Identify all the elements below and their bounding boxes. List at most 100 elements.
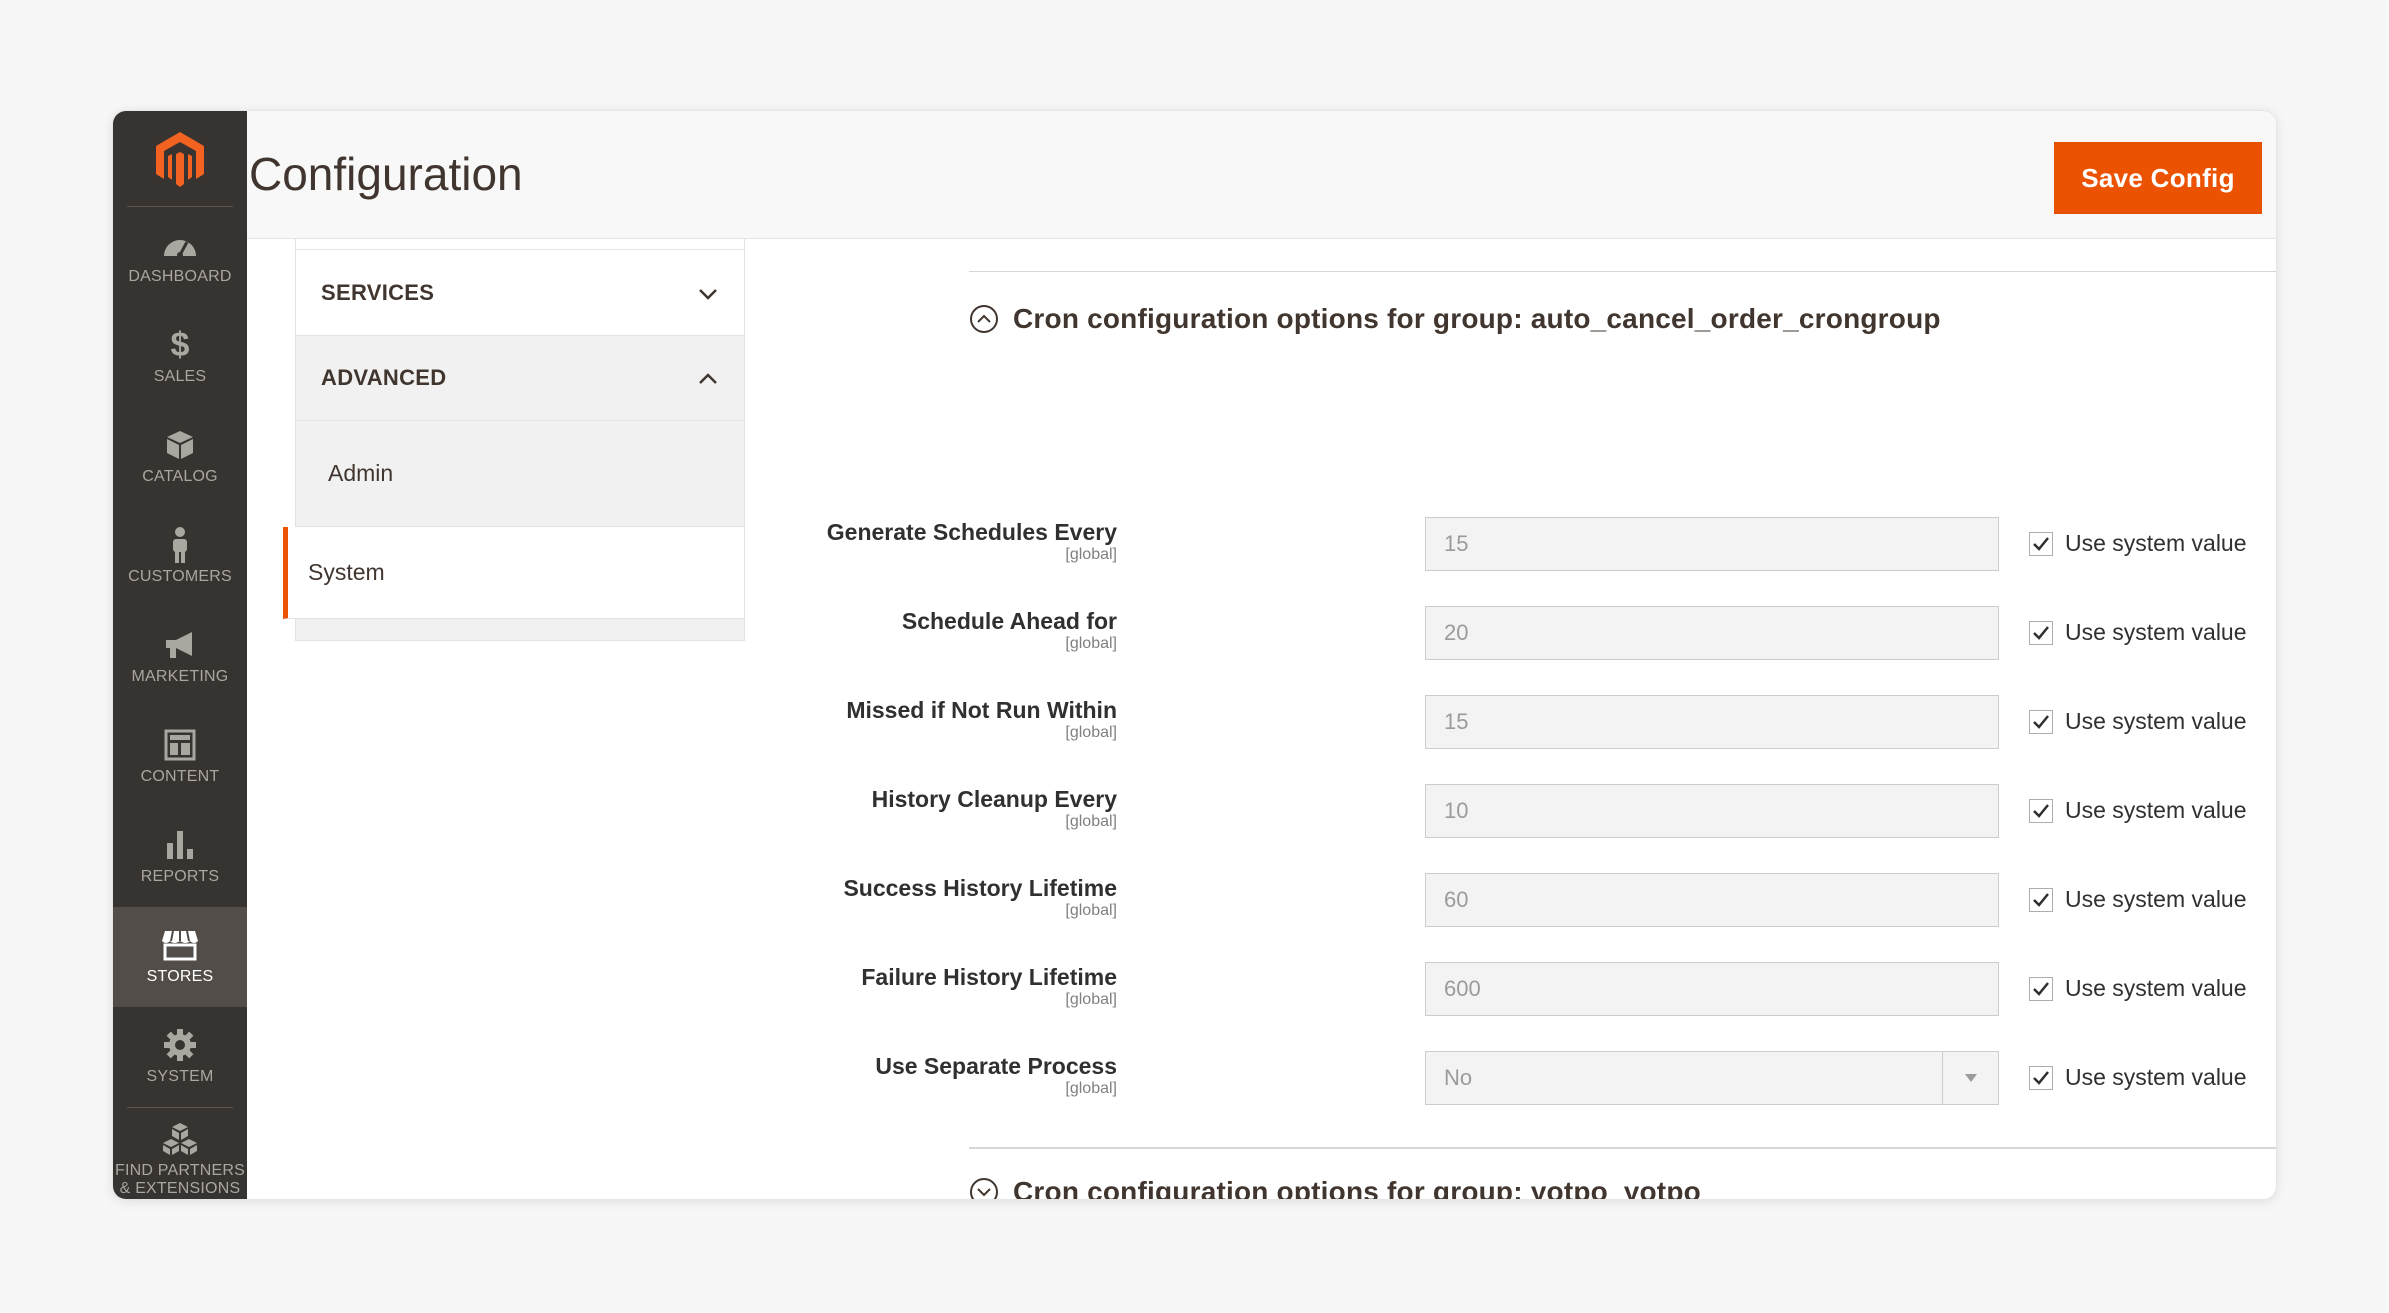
menu-label: CONTENT <box>140 768 220 785</box>
field-scope: [global] <box>1065 546 1117 563</box>
tab-link-system[interactable]: System <box>283 527 745 619</box>
checkbox-checked-icon <box>2029 976 2053 1001</box>
menu-label: REPORTS <box>140 868 220 885</box>
person-icon <box>170 527 190 563</box>
field-row: Success History Lifetime [global] Use sy… <box>843 873 2276 929</box>
tab-link-admin[interactable]: Admin <box>295 421 745 527</box>
layout-icon <box>164 728 196 762</box>
field-label: Success History Lifetime <box>843 875 1117 901</box>
menu-item-system[interactable]: SYSTEM <box>113 1007 247 1107</box>
menu-label: STORES <box>146 968 214 985</box>
menu-label: MARKETING <box>131 668 229 685</box>
use-system-value-checkbox[interactable]: Use system value <box>2029 530 2247 557</box>
checkbox-checked-icon <box>2029 709 2053 734</box>
checkbox-label: Use system value <box>2065 1064 2247 1090</box>
use-system-value-checkbox[interactable]: Use system value <box>2029 975 2247 1002</box>
checkbox-checked-icon <box>2029 887 2053 912</box>
group-title: Cron configuration options for group: yo… <box>1013 1176 1701 1200</box>
use-system-value-checkbox[interactable]: Use system value <box>2029 886 2247 913</box>
use-system-value-checkbox[interactable]: Use system value <box>2029 708 2247 735</box>
page-title: Configuration <box>249 148 523 200</box>
dropdown-arrow-icon <box>1942 1052 1998 1104</box>
tab-section-services[interactable]: SERVICES <box>295 249 745 335</box>
menu-label: CUSTOMERS <box>128 568 232 585</box>
config-tabs: SERVICES ADVANCED Admin System <box>283 239 745 641</box>
separate-process-select[interactable]: No <box>1425 1051 1999 1105</box>
missed-if-not-run-input[interactable] <box>1425 695 1999 749</box>
config-content: Cron configuration options for group: au… <box>827 239 2276 1200</box>
field-row: Failure History Lifetime [global] Use sy… <box>857 962 2276 1018</box>
field-label: History Cleanup Every <box>871 786 1117 812</box>
menu-label: FIND PARTNERS & EXTENSIONS <box>114 1162 246 1197</box>
history-cleanup-input[interactable] <box>1425 784 1999 838</box>
tab-section-advanced[interactable]: ADVANCED <box>295 335 745 421</box>
storefront-icon <box>161 928 199 962</box>
use-system-value-checkbox[interactable]: Use system value <box>2029 797 2247 824</box>
field-scope: [global] <box>1065 635 1117 652</box>
use-system-value-checkbox[interactable]: Use system value <box>2029 619 2247 646</box>
field-label: Generate Schedules Every <box>826 519 1117 545</box>
select-value: No <box>1444 1065 1473 1090</box>
admin-menu: DASHBOARD $ SALES CATALOG CUSTOMERS MARK… <box>113 111 247 1199</box>
page-header: Configuration Save Config <box>247 111 2276 239</box>
field-row: Missed if Not Run Within [global] Use sy… <box>846 695 2276 751</box>
field-scope: [global] <box>1065 724 1117 741</box>
menu-item-catalog[interactable]: CATALOG <box>113 407 247 507</box>
bar-chart-icon <box>165 828 195 862</box>
field-scope: [global] <box>1065 991 1117 1008</box>
chevron-down-icon <box>698 280 718 306</box>
field-label: Schedule Ahead for <box>901 608 1117 634</box>
megaphone-icon <box>162 628 198 662</box>
field-label: Failure History Lifetime <box>861 964 1117 990</box>
group-title: Cron configuration options for group: au… <box>1013 303 1941 334</box>
field-label: Use Separate Process <box>875 1053 1117 1079</box>
checkbox-checked-icon <box>2029 798 2053 823</box>
save-config-button[interactable]: Save Config <box>2054 142 2262 214</box>
field-scope: [global] <box>1065 1080 1117 1097</box>
field-scope: [global] <box>1065 813 1117 830</box>
checkbox-label: Use system value <box>2065 797 2247 823</box>
dollar-icon: $ <box>170 326 190 364</box>
admin-window: DASHBOARD $ SALES CATALOG CUSTOMERS MARK… <box>112 110 2277 1200</box>
tab-section-label: ADVANCED <box>321 365 447 390</box>
checkbox-label: Use system value <box>2065 619 2247 645</box>
use-system-value-checkbox[interactable]: Use system value <box>2029 1064 2247 1091</box>
menu-item-marketing[interactable]: MARKETING <box>113 607 247 707</box>
checkbox-label: Use system value <box>2065 975 2247 1001</box>
box-icon <box>165 428 195 462</box>
menu-label: CATALOG <box>142 468 218 485</box>
menu-label: DASHBOARD <box>128 268 232 285</box>
schedule-ahead-input[interactable] <box>1425 606 1999 660</box>
generate-schedules-input[interactable] <box>1425 517 1999 571</box>
tab-section-label: SERVICES <box>321 279 435 305</box>
divider <box>969 271 2276 272</box>
cubes-icon <box>162 1122 198 1156</box>
checkbox-checked-icon <box>2029 620 2053 645</box>
menu-item-reports[interactable]: REPORTS <box>113 807 247 907</box>
magento-logo[interactable] <box>127 111 233 207</box>
failure-history-input[interactable] <box>1425 962 1999 1016</box>
checkbox-label: Use system value <box>2065 530 2247 556</box>
group-header-yotpo[interactable]: Cron configuration options for group: yo… <box>969 1176 1701 1200</box>
menu-item-sales[interactable]: $ SALES <box>113 307 247 407</box>
success-history-input[interactable] <box>1425 873 1999 927</box>
menu-item-dashboard[interactable]: DASHBOARD <box>113 207 247 307</box>
menu-item-find-partners[interactable]: FIND PARTNERS & EXTENSIONS <box>113 1108 247 1198</box>
checkbox-label: Use system value <box>2065 708 2247 734</box>
dashboard-icon <box>162 228 198 262</box>
menu-item-content[interactable]: CONTENT <box>113 707 247 807</box>
chevron-up-icon <box>698 365 718 391</box>
field-row: History Cleanup Every [global] Use syste… <box>857 784 2276 840</box>
menu-item-customers[interactable]: CUSTOMERS <box>113 507 247 607</box>
divider <box>969 1147 2276 1149</box>
checkbox-checked-icon <box>2029 1065 2053 1090</box>
collapse-circle-icon <box>969 304 999 334</box>
menu-item-stores[interactable]: STORES <box>113 907 247 1007</box>
group-header-auto-cancel[interactable]: Cron configuration options for group: au… <box>969 303 1941 335</box>
checkbox-label: Use system value <box>2065 886 2247 912</box>
menu-label: SALES <box>153 368 207 385</box>
field-scope: [global] <box>1065 902 1117 919</box>
expand-circle-icon <box>969 1177 999 1199</box>
menu-label: SYSTEM <box>146 1068 214 1085</box>
field-row: Schedule Ahead for [global] Use system v… <box>857 606 2276 662</box>
